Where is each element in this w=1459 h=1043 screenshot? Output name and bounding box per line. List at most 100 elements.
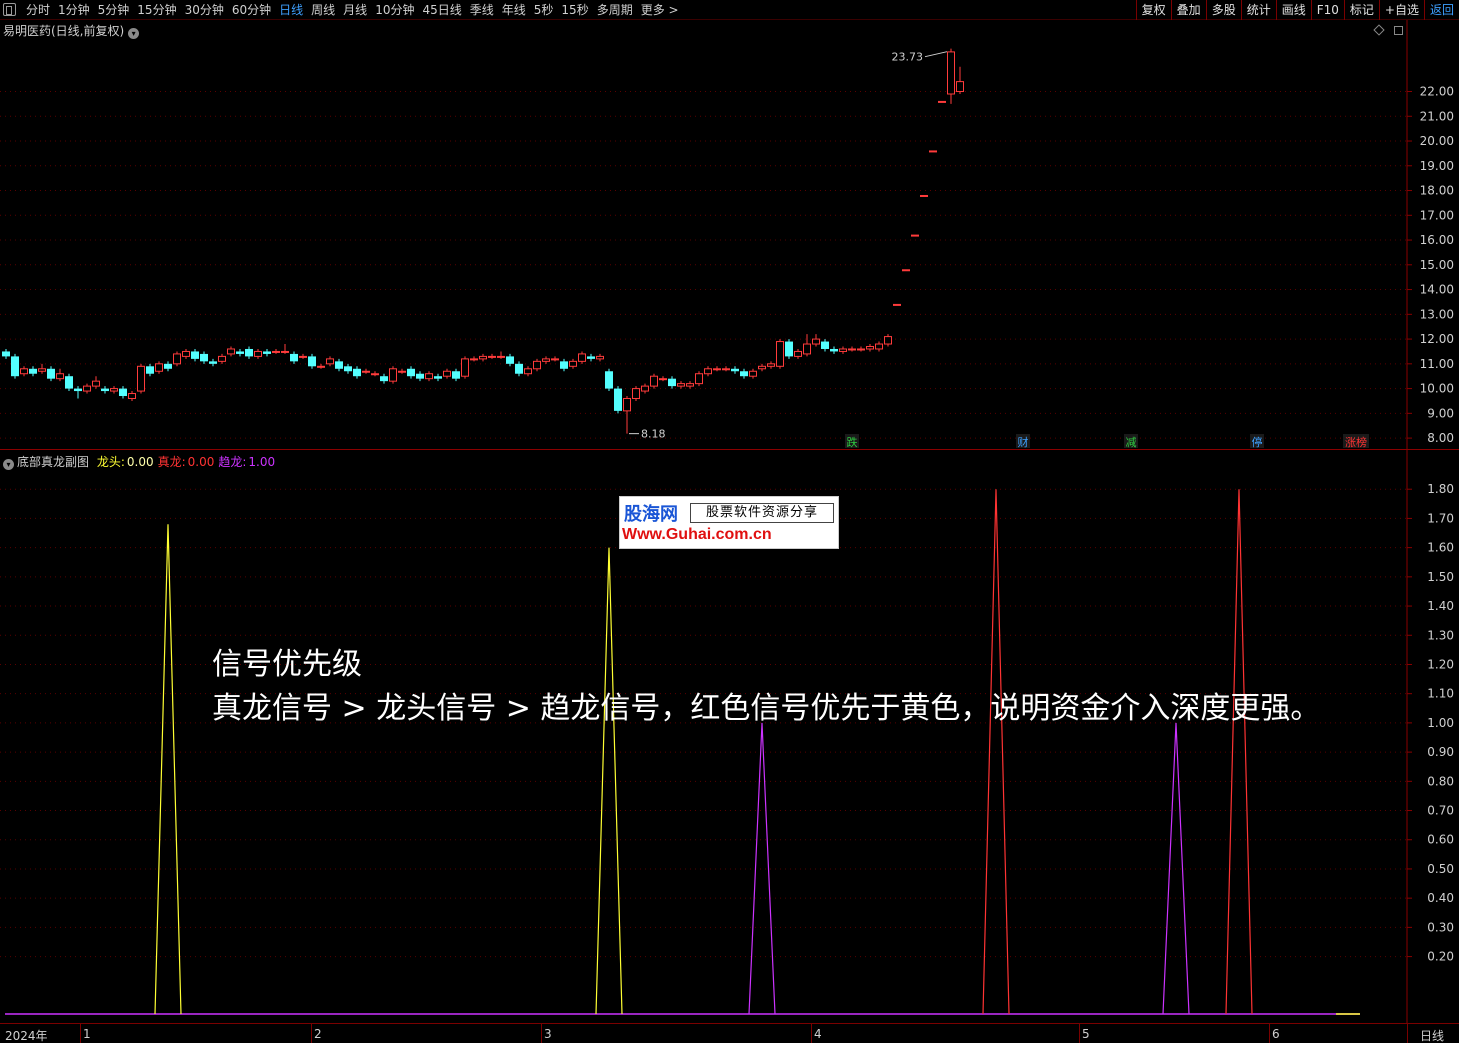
period-tabs: 分时 1分钟 5分钟 15分钟 30分钟 60分钟 日线 周线 月线 10分钟 45日线 季线 年线 5秒… [22, 0, 683, 20]
candle-body [560, 361, 568, 369]
indicator-name: 底部真龙副图 [17, 455, 90, 469]
candle-body [803, 343, 811, 355]
price-tick-label: 10.00 [1420, 382, 1454, 396]
candle-body [290, 353, 298, 362]
candle-body [29, 368, 37, 374]
tool-button[interactable]: F10 [1310, 0, 1344, 20]
series-label: 龙头: [96, 455, 125, 469]
period-tab[interactable]: 15分钟 [133, 0, 180, 20]
date-tick-mark [80, 1024, 81, 1043]
price-tick-label: 20.00 [1420, 134, 1454, 148]
candle-body [173, 353, 181, 365]
series-value: 0.00 [187, 455, 215, 469]
candle-body [47, 368, 55, 379]
tool-button[interactable]: 多股 [1205, 0, 1241, 20]
period-tab[interactable]: 15秒 [557, 0, 592, 20]
tool-button[interactable]: +自选 [1378, 0, 1424, 20]
watermark-logo: 股海网 股票软件资源分享 Www.Guhai.com.cn [619, 496, 839, 549]
series-value: 0.00 [126, 455, 154, 469]
period-tab[interactable]: 5分钟 [94, 0, 134, 20]
period-tab[interactable]: 5秒 [530, 0, 558, 20]
candle-body [551, 358, 559, 361]
tool-button[interactable]: 统计 [1240, 0, 1276, 20]
period-tab[interactable]: 更多 > [637, 0, 683, 20]
candle-body [308, 356, 316, 367]
watermark-brand: 股海网 [624, 504, 678, 525]
indicator-tick-label: 1.60 [1427, 541, 1454, 555]
period-tab[interactable]: 分时 [22, 0, 54, 20]
price-tick-label: 22.00 [1420, 85, 1454, 99]
indicator-tick-label: 0.30 [1427, 920, 1454, 934]
candle-body [443, 370, 451, 377]
period-tab[interactable]: 1分钟 [54, 0, 94, 20]
price-tick-label: 11.00 [1420, 357, 1454, 371]
candle-body [65, 376, 73, 389]
price-panel[interactable]: 22.00 21.00 20.00 19.00 18.00 17.00 16.00 15.00… [0, 20, 1459, 450]
tool-button[interactable]: 标记 [1343, 0, 1379, 20]
candle-body [101, 388, 109, 392]
candle-body [281, 350, 289, 353]
price-tick-label: 9.00 [1427, 406, 1454, 420]
candle-body [857, 348, 865, 351]
high-label: 23.73 [892, 51, 924, 64]
chevron-down-icon[interactable]: ▾ [128, 28, 140, 39]
axis-settings-icon[interactable] [1394, 26, 1403, 35]
tool-button[interactable]: 画线 [1275, 0, 1311, 20]
candle-body [164, 363, 172, 369]
candle-body [137, 365, 145, 392]
candle-body [38, 368, 46, 372]
candle-body [740, 371, 748, 377]
date-tick-mark [1079, 1024, 1080, 1043]
indicator-title[interactable]: ▾ 底部真龙副图 龙头: 0.00 真龙: 0.00 趋龙: 1.00 [3, 453, 275, 470]
period-tab[interactable]: 60分钟 [228, 0, 275, 20]
period-tab[interactable]: 月线 [339, 0, 371, 20]
panel-toggle-icon[interactable] [3, 3, 16, 16]
candle-body [272, 350, 280, 353]
candle-body [398, 370, 406, 373]
indicator-tick-label: 0.90 [1427, 745, 1454, 759]
candle-body [353, 368, 361, 377]
indicator-tick-label: 0.20 [1427, 950, 1454, 964]
period-tab[interactable]: 10分钟 [371, 0, 418, 20]
price-tick-label: 8.00 [1427, 431, 1454, 445]
candle-body [704, 368, 712, 375]
candle-body [83, 385, 91, 392]
candle-body [254, 350, 262, 357]
date-label: 3 [544, 1027, 552, 1041]
candle-body [344, 366, 352, 372]
candle-body [938, 100, 946, 103]
candle-body [425, 373, 433, 380]
chevron-down-icon[interactable]: ▾ [3, 459, 14, 470]
candle-body [632, 388, 640, 399]
watermark-slogan: 股票软件资源分享 [690, 503, 834, 523]
candle-body [659, 378, 667, 381]
candle-body [875, 343, 883, 350]
period-tab[interactable]: 多周期 [593, 0, 637, 20]
tool-button[interactable]: 返回 [1423, 0, 1459, 20]
candle-body [245, 348, 253, 357]
low-label: 8.18 [641, 428, 666, 441]
candle-body [830, 348, 838, 352]
period-tab[interactable]: 年线 [498, 0, 530, 20]
period-tab[interactable]: 45日线 [418, 0, 465, 20]
candle-body [515, 363, 523, 374]
candle-body [227, 348, 235, 355]
price-tick-label: 14.00 [1420, 283, 1454, 297]
period-tab[interactable]: 周线 [307, 0, 339, 20]
tool-button[interactable]: 叠加 [1170, 0, 1206, 20]
candle-body [713, 368, 721, 371]
tool-button[interactable]: 复权 [1135, 0, 1171, 20]
period-tab[interactable]: 季线 [466, 0, 498, 20]
stock-title[interactable]: 易明医药(日线,前复权) ▾ [3, 22, 140, 39]
period-tab[interactable]: 30分钟 [181, 0, 228, 20]
candle-body [605, 371, 613, 389]
period-tab[interactable]: 日线 [275, 0, 307, 20]
date-tick-mark [1269, 1024, 1270, 1043]
candle-body [146, 366, 154, 374]
candle-body [785, 341, 793, 357]
indicator-tick-label: 1.10 [1427, 687, 1454, 701]
candlestick-chart[interactable]: 22.00 21.00 20.00 19.00 18.00 17.00 16.00 15.00… [0, 20, 1459, 450]
candle-body [893, 303, 901, 306]
candle-body [650, 375, 658, 387]
candle-body [839, 348, 847, 352]
